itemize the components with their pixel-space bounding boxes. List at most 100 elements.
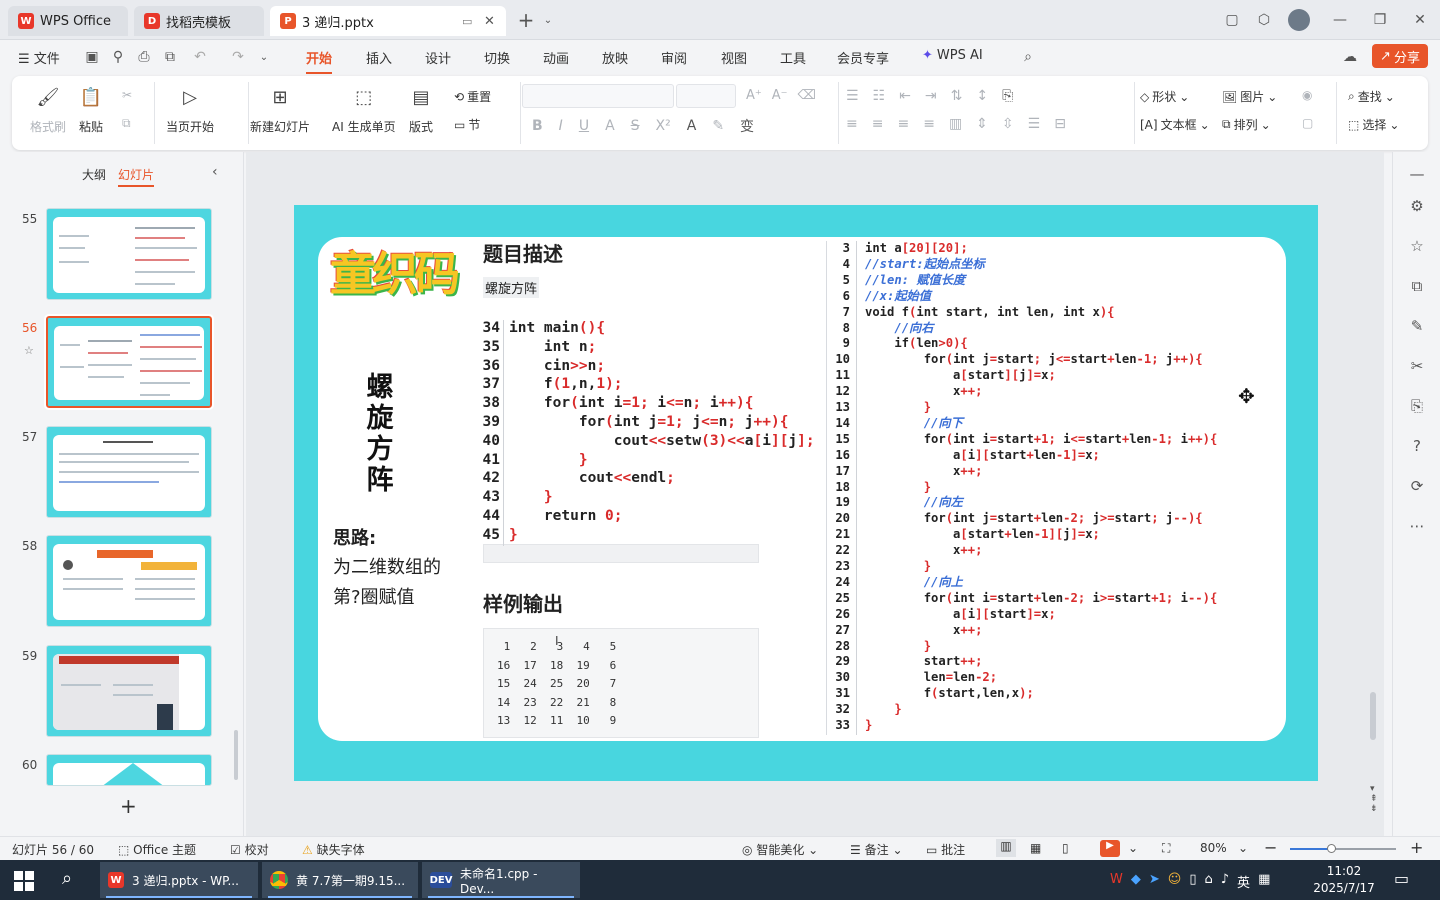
increase-indent-icon[interactable]: ⇥ — [925, 88, 937, 104]
play-options-chevron-icon[interactable]: ⌄ — [1128, 841, 1138, 855]
grid-view-icon[interactable]: ▦ — [1030, 841, 1041, 855]
tray-app-icon[interactable]: ◆ — [1131, 872, 1141, 891]
volume-icon[interactable]: ♪ — [1221, 872, 1229, 891]
search-icon[interactable]: ⌕ — [1018, 47, 1038, 67]
more-icon[interactable]: ⋯ — [1405, 514, 1429, 538]
duplicate-icon[interactable]: ⧉ — [1405, 274, 1429, 298]
share-button[interactable]: ↗ 分享 — [1372, 44, 1428, 68]
cloud-upload-icon[interactable]: ☁ — [1340, 47, 1360, 67]
slide-thumbnail-55[interactable] — [46, 208, 212, 300]
tab-list-chevron-icon[interactable]: ⌄ — [534, 8, 562, 32]
network-icon[interactable]: ⌂ — [1204, 872, 1212, 891]
proof-button[interactable]: ☑ 校对 — [230, 841, 269, 858]
help-icon[interactable]: ? — [1405, 434, 1429, 458]
slide-thumbnail-59[interactable] — [46, 645, 212, 737]
clear-format-icon[interactable]: ⌫ — [798, 88, 816, 103]
convert-icon[interactable]: ⎘ — [1002, 88, 1013, 104]
distribute-icon[interactable]: ⇳ — [1002, 116, 1014, 132]
book-icon[interactable]: ⎘ — [1405, 394, 1429, 418]
tab-template[interactable]: D 找稻壳模板 — [134, 6, 264, 36]
shape-button[interactable]: ◇ 形状 ⌄ — [1140, 88, 1189, 105]
strikethrough-icon[interactable]: S — [631, 118, 640, 134]
new-slide-button[interactable]: ⊞ 新建幻灯片 — [250, 84, 310, 135]
brush-icon[interactable]: ✎ — [1405, 314, 1429, 338]
superscript-icon[interactable]: X² — [656, 118, 671, 134]
zoom-slider-handle[interactable] — [1327, 844, 1336, 853]
align-left-icon[interactable]: ≡ — [846, 116, 858, 132]
zoom-level[interactable]: 80% — [1200, 841, 1227, 855]
zoom-in-icon[interactable]: + — [1410, 838, 1423, 857]
bold-icon[interactable]: B — [532, 118, 543, 134]
maximize-icon[interactable]: ❐ — [1366, 8, 1394, 32]
reset-button[interactable]: ⟲ 重置 — [454, 88, 491, 105]
strike-icon[interactable]: A — [605, 118, 615, 134]
ai-page-button[interactable]: ⬚ AI 生成单页 — [332, 84, 396, 135]
picture-button[interactable]: 🖼 图片 ⌄ — [1222, 88, 1277, 105]
file-menu[interactable]: ☰ 文件 — [18, 48, 60, 67]
tab-outline[interactable]: 大纲 — [82, 166, 106, 183]
outline-icon[interactable]: ▢ — [1302, 116, 1313, 130]
scroll-arrows-icon[interactable]: ▾ ⇞ ⇟ — [1370, 784, 1378, 814]
backup-icon[interactable]: ⟳ — [1405, 474, 1429, 498]
italic-icon[interactable]: I — [559, 118, 563, 134]
menu-transition[interactable]: 切换 — [484, 48, 510, 67]
columns-icon[interactable]: ▥ — [949, 116, 962, 132]
format-painter-button[interactable]: 🖌 格式刷 — [30, 84, 66, 135]
cut-icon[interactable]: ✂ — [122, 88, 132, 102]
menu-member[interactable]: 会员专享 — [837, 48, 889, 67]
zoom-out-icon[interactable]: − — [1264, 838, 1277, 857]
bullet-list-icon[interactable]: ☰ — [846, 88, 859, 104]
justify-icon[interactable]: ≡ — [923, 116, 935, 132]
avatar[interactable] — [1288, 9, 1310, 31]
add-slide-button[interactable]: + — [120, 794, 137, 818]
menu-insert[interactable]: 插入 — [366, 48, 392, 67]
tab-document[interactable]: P 3 递归.pptx ▭ ✕ — [270, 6, 506, 36]
adjust-icon[interactable]: ⚙ — [1405, 194, 1429, 218]
font-color-icon[interactable]: A — [687, 118, 697, 134]
notification-icon[interactable]: ▭ — [1394, 869, 1409, 888]
slide-thumbnail-57[interactable] — [46, 426, 212, 518]
ime-indicator[interactable]: 英 — [1237, 872, 1250, 891]
highlight-icon[interactable]: ✎ — [712, 118, 724, 134]
numbered-list-icon[interactable]: ☷ — [873, 88, 886, 104]
slide-thumbnail-58[interactable] — [46, 535, 212, 627]
layout-button[interactable]: ▤ 版式 — [408, 84, 434, 135]
menu-review[interactable]: 审阅 — [661, 48, 687, 67]
tab-wps-office[interactable]: W WPS Office — [8, 6, 128, 36]
copy-icon[interactable]: ⧉ — [122, 116, 131, 131]
underline-icon[interactable]: U — [579, 118, 589, 134]
char-spacing-icon[interactable]: 变 — [740, 116, 754, 136]
beautify-button[interactable]: ◎ 智能美化 ⌄ — [742, 841, 818, 858]
section-button[interactable]: ▭ 节 — [454, 116, 480, 133]
star-icon[interactable]: ☆ — [24, 344, 34, 357]
menu-tools[interactable]: 工具 — [780, 48, 806, 67]
collapse-pane-icon[interactable]: ‹ — [212, 164, 218, 180]
zoom-chevron-icon[interactable]: ⌄ — [1238, 841, 1248, 855]
taskbar-item-devcpp[interactable]: DEV 未命名1.cpp - Dev... — [422, 862, 580, 898]
font-family-select[interactable] — [522, 84, 674, 108]
window-layout-icon[interactable]: ▢ — [1218, 8, 1246, 32]
line-spacing-icon[interactable]: ↕ — [976, 88, 988, 104]
normal-view-icon[interactable]: ▥ — [996, 839, 1016, 857]
battery-icon[interactable]: ▯ — [1189, 872, 1196, 891]
menu-start[interactable]: 开始 — [306, 48, 333, 74]
valign-icon[interactable]: ⇕ — [976, 116, 988, 132]
text-direction-icon[interactable]: ⇅ — [951, 88, 963, 104]
find-button[interactable]: ⌕ 查找 ⌄ — [1348, 88, 1395, 105]
cube-icon[interactable]: ⬡ — [1250, 8, 1278, 32]
tab-slides[interactable]: 幻灯片 — [118, 166, 155, 187]
star-icon[interactable]: ☆ — [1405, 234, 1429, 258]
keyboard-icon[interactable]: ▦ — [1258, 872, 1270, 891]
print-icon[interactable]: ⎙ — [134, 47, 154, 67]
minimize-icon[interactable]: — — [1326, 8, 1354, 32]
redo-icon[interactable]: ↷ — [228, 47, 248, 67]
slide-thumbnail-60[interactable] — [46, 754, 212, 786]
align-center-icon[interactable]: ≡ — [872, 116, 884, 132]
taskbar-item-wps[interactable]: W 3 递归.pptx - WP... — [100, 862, 258, 898]
menu-slideshow[interactable]: 放映 — [602, 48, 628, 67]
clock[interactable]: 11:02 2025/7/17 — [1312, 863, 1376, 897]
align-right-icon[interactable]: ≡ — [897, 116, 909, 132]
comments-button[interactable]: ▭ 批注 — [926, 841, 965, 858]
font-size-select[interactable] — [676, 84, 736, 108]
taskbar-item-chrome[interactable]: 黄 7.7第一期9.15... — [262, 862, 418, 898]
